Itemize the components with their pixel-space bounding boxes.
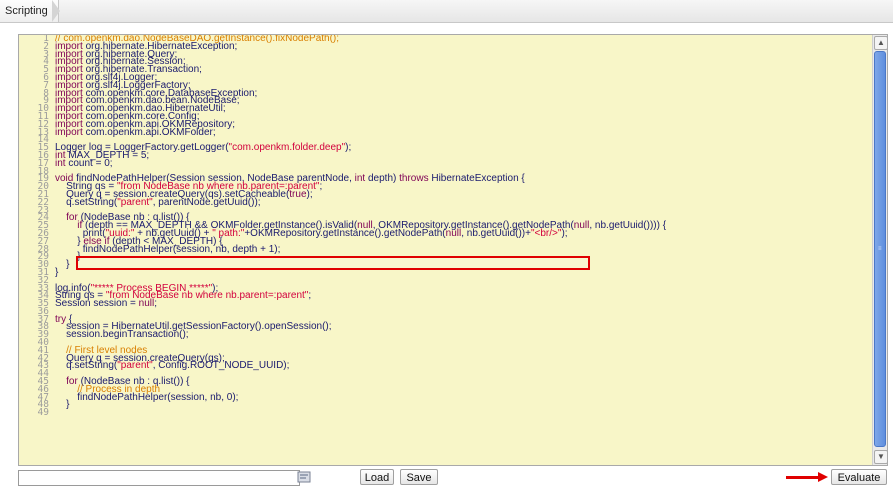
tab-scripting[interactable]: Scripting xyxy=(0,0,59,22)
code-line: findNodePathHelper(session, nb, 0); xyxy=(55,391,239,403)
scrollbar-thumb[interactable]: ≡ xyxy=(874,51,886,447)
code-line: } xyxy=(55,259,70,271)
vertical-scrollbar[interactable]: ▲ ≡ ▼ xyxy=(872,35,887,465)
code-line: findNodePathHelper(session, nb, depth + … xyxy=(55,243,281,255)
code-line: for (NodeBase nb : q.list()) { xyxy=(66,376,190,388)
save-button[interactable]: Save xyxy=(400,469,438,485)
load-button[interactable]: Load xyxy=(360,469,394,485)
grip-icon: ≡ xyxy=(878,246,882,252)
code-line: String qs = "from NodeBase nb where nb.p… xyxy=(55,290,312,302)
code-line: import org.hibernate.HibernateException; xyxy=(55,40,238,52)
script-file-input[interactable] xyxy=(18,470,300,486)
evaluate-button[interactable]: Evaluate xyxy=(831,469,887,485)
code-line: q.setString("parent", Config.ROOT_NODE_U… xyxy=(55,360,290,372)
code-editor[interactable]: 1 2 3 4 5 6 7 8 9 10 11 12 13 14 15 16 17 18 19 20 21 22 23 24 2… xyxy=(18,34,888,466)
code-line: } xyxy=(55,266,59,278)
annotation-arrow-head xyxy=(818,472,828,482)
line-number-gutter: 1 2 3 4 5 6 7 8 9 10 11 12 13 14 15 16 17 18 19 20 21 22 23 24 2… xyxy=(19,35,51,417)
line-number: 49 xyxy=(37,407,49,419)
code-line: session.beginTransaction(); xyxy=(55,329,189,341)
code-line: import org.hibernate.Transaction; xyxy=(55,64,202,76)
code-line: int MAX_DEPTH = 5; xyxy=(55,149,150,161)
scroll-up-icon[interactable]: ▲ xyxy=(874,36,887,50)
file-browse-icon[interactable] xyxy=(297,471,311,483)
code-area[interactable]: // com.openkm.dao.NodeBaseDAO.getInstanc… xyxy=(55,35,869,417)
code-line: Logger log = LoggerFactory.getLogger("co… xyxy=(55,142,352,154)
code-line: import com.openkm.api.OKMFolder; xyxy=(55,126,216,138)
scroll-down-icon[interactable]: ▼ xyxy=(874,450,887,464)
code-line: q.setString("parent", parentNode.getUuid… xyxy=(55,196,261,208)
tab-arrow xyxy=(52,0,60,22)
code-line: int count = 0; xyxy=(55,157,113,169)
tab-bar: Scripting xyxy=(0,0,893,23)
annotation-arrow xyxy=(786,476,822,479)
